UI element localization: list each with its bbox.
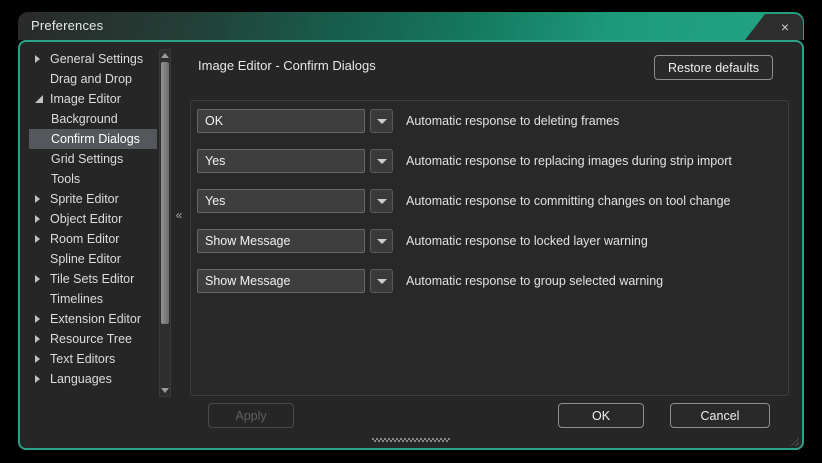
- title-bar[interactable]: Preferences ×: [18, 12, 804, 40]
- restore-defaults-button[interactable]: Restore defaults: [654, 55, 773, 80]
- apply-button[interactable]: Apply: [208, 403, 294, 428]
- ok-button[interactable]: OK: [558, 403, 644, 428]
- expand-arrow-icon[interactable]: [35, 374, 50, 384]
- window-title: Preferences: [31, 12, 103, 40]
- scroll-up-icon[interactable]: [160, 50, 170, 61]
- sidebar-item-text-editors[interactable]: Text Editors: [29, 349, 157, 369]
- resize-grip[interactable]: [789, 436, 799, 446]
- setting-row: Show Message Automatic response to group…: [197, 269, 663, 293]
- close-icon: ×: [781, 20, 789, 34]
- sidebar-item-label: Spline Editor: [50, 252, 121, 266]
- sidebar-item-label: Resource Tree: [50, 332, 132, 346]
- sidebar-item-label: Grid Settings: [51, 152, 123, 166]
- preferences-window: Preferences × General Settings Drag and …: [18, 12, 804, 450]
- scroll-down-icon[interactable]: [160, 385, 170, 396]
- chevron-down-icon[interactable]: [370, 229, 393, 253]
- arrow-spacer: [35, 254, 50, 264]
- sidebar-item-label: Timelines: [50, 292, 103, 306]
- preferences-tree: General Settings Drag and Drop Image Edi…: [29, 49, 157, 397]
- expand-arrow-icon[interactable]: [35, 314, 50, 324]
- sidebar-item-spline-editor[interactable]: Spline Editor: [29, 249, 157, 269]
- expand-arrow-icon[interactable]: [35, 334, 50, 344]
- page-title: Image Editor - Confirm Dialogs: [198, 58, 376, 73]
- sidebar-item-label: Confirm Dialogs: [51, 132, 140, 146]
- chevron-down-icon[interactable]: [370, 269, 393, 293]
- cancel-button[interactable]: Cancel: [670, 403, 770, 428]
- sidebar-item-room-editor[interactable]: Room Editor: [29, 229, 157, 249]
- resize-handle-dots[interactable]: [372, 438, 450, 442]
- setting-row: OK Automatic response to deleting frames: [197, 109, 619, 133]
- dialog-content: General Settings Drag and Drop Image Edi…: [18, 40, 804, 450]
- sidebar-item-label: Text Editors: [50, 352, 115, 366]
- chevron-down-icon[interactable]: [370, 149, 393, 173]
- sidebar-item-label: Languages: [50, 372, 112, 386]
- setting-row: Show Message Automatic response to locke…: [197, 229, 648, 253]
- sidebar-item-confirm-dialogs[interactable]: Confirm Dialogs: [29, 129, 157, 149]
- sidebar-item-label: Tools: [51, 172, 80, 186]
- sidebar-item-languages[interactable]: Languages: [29, 369, 157, 389]
- sidebar-item-tile-sets-editor[interactable]: Tile Sets Editor: [29, 269, 157, 289]
- sidebar-item-image-editor[interactable]: Image Editor: [29, 89, 157, 109]
- sidebar-item-label: Drag and Drop: [50, 72, 132, 86]
- chevron-down-icon[interactable]: [370, 109, 393, 133]
- sidebar-collapse-chevron[interactable]: «: [172, 206, 186, 224]
- group-selected-combobox[interactable]: Show Message: [197, 269, 365, 293]
- sidebar-item-sprite-editor[interactable]: Sprite Editor: [29, 189, 157, 209]
- sidebar-item-background[interactable]: Background: [29, 109, 157, 129]
- scrollbar-thumb[interactable]: [161, 62, 169, 324]
- sidebar-item-label: Extension Editor: [50, 312, 141, 326]
- sidebar-item-label: Object Editor: [50, 212, 122, 226]
- setting-row: Yes Automatic response to replacing imag…: [197, 149, 732, 173]
- sidebar-item-label: General Settings: [50, 52, 143, 66]
- setting-label: Automatic response to group selected war…: [406, 274, 663, 288]
- setting-row: Yes Automatic response to committing cha…: [197, 189, 731, 213]
- expand-arrow-icon[interactable]: [35, 274, 50, 284]
- sidebar-item-grid-settings[interactable]: Grid Settings: [29, 149, 157, 169]
- expand-arrow-icon[interactable]: [35, 234, 50, 244]
- setting-label: Automatic response to deleting frames: [406, 114, 619, 128]
- expand-arrow-icon[interactable]: [35, 354, 50, 364]
- sidebar-item-extension-editor[interactable]: Extension Editor: [29, 309, 157, 329]
- confirm-dialogs-group: OK Automatic response to deleting frames…: [190, 100, 789, 396]
- sidebar-item-drag-and-drop[interactable]: Drag and Drop: [29, 69, 157, 89]
- sidebar-item-object-editor[interactable]: Object Editor: [29, 209, 157, 229]
- sidebar-item-label: Sprite Editor: [50, 192, 119, 206]
- sidebar-item-label: Image Editor: [50, 92, 121, 106]
- sidebar-item-label: Room Editor: [50, 232, 119, 246]
- collapse-arrow-icon[interactable]: [35, 94, 50, 104]
- tree-scrollbar[interactable]: [159, 49, 171, 397]
- sidebar-item-general-settings[interactable]: General Settings: [29, 49, 157, 69]
- expand-arrow-icon[interactable]: [35, 54, 50, 64]
- setting-label: Automatic response to committing changes…: [406, 194, 731, 208]
- close-tab: ×: [745, 14, 803, 40]
- sidebar-item-tools[interactable]: Tools: [29, 169, 157, 189]
- replacing-images-combobox[interactable]: Yes: [197, 149, 365, 173]
- chevron-down-icon[interactable]: [370, 189, 393, 213]
- arrow-spacer: [35, 74, 50, 84]
- sidebar-item-label: Tile Sets Editor: [50, 272, 134, 286]
- deleting-frames-combobox[interactable]: OK: [197, 109, 365, 133]
- sidebar-item-timelines[interactable]: Timelines: [29, 289, 157, 309]
- close-button[interactable]: ×: [745, 14, 803, 40]
- expand-arrow-icon[interactable]: [35, 214, 50, 224]
- committing-changes-combobox[interactable]: Yes: [197, 189, 365, 213]
- locked-layer-combobox[interactable]: Show Message: [197, 229, 365, 253]
- setting-label: Automatic response to replacing images d…: [406, 154, 732, 168]
- expand-arrow-icon[interactable]: [35, 194, 50, 204]
- arrow-spacer: [35, 294, 50, 304]
- sidebar-item-resource-tree[interactable]: Resource Tree: [29, 329, 157, 349]
- sidebar-item-label: Background: [51, 112, 118, 126]
- setting-label: Automatic response to locked layer warni…: [406, 234, 648, 248]
